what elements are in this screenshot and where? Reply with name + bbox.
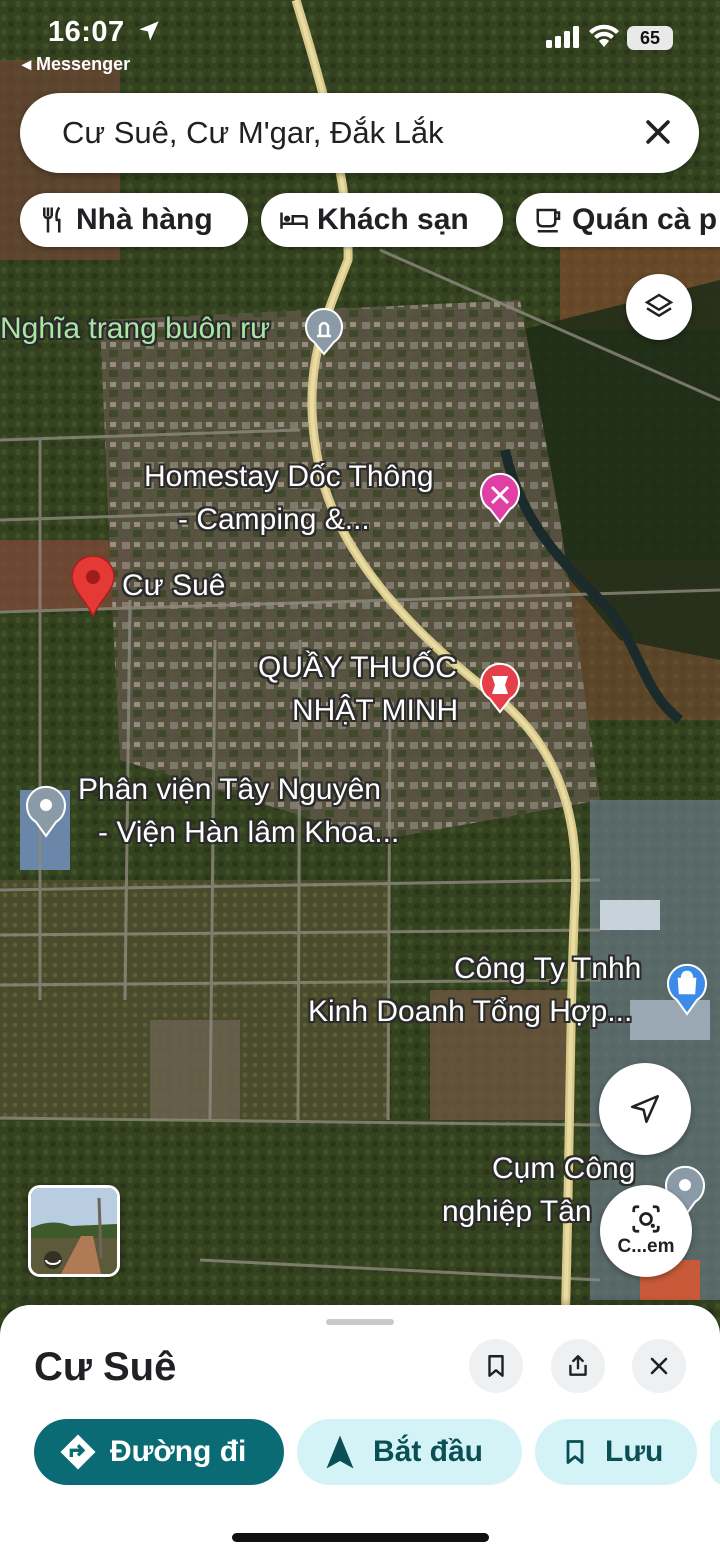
- map-label-industrial-line1[interactable]: Cụm Công: [492, 1148, 635, 1190]
- satellite-map[interactable]: 16:07 ◂ Messenger 65 Cư Suê, Cư M'gar, Đ…: [0, 0, 720, 1330]
- bookmark-icon: [566, 1440, 584, 1464]
- category-chips: Nhà hàng Khách sạn Quán cà p: [20, 193, 720, 247]
- bookmark-icon: [488, 1355, 504, 1377]
- status-bar: 16:07 ◂ Messenger 65: [0, 12, 720, 82]
- map-label-institute-line2[interactable]: - Viện Hàn lâm Khoa...: [98, 812, 399, 854]
- map-label-pharmacy-line1[interactable]: QUẦY THUỐC: [258, 647, 457, 689]
- more-actions-chip[interactable]: [710, 1419, 720, 1485]
- navigation-arrow-icon: [630, 1094, 660, 1124]
- map-label-company-line1[interactable]: Công Ty Tnhh: [454, 948, 641, 990]
- start-button[interactable]: Bắt đầu: [297, 1419, 522, 1485]
- map-label-homestay-line2[interactable]: - Camping &...: [178, 499, 370, 541]
- pharmacy-pin-icon[interactable]: [478, 662, 522, 714]
- layers-icon: [644, 293, 674, 318]
- hotel-bed-icon: [280, 212, 308, 229]
- restaurant-icon: [43, 206, 61, 233]
- save-label: Lưu: [605, 1435, 664, 1468]
- navigation-start-icon: [326, 1435, 354, 1469]
- bookmark-button[interactable]: [469, 1339, 523, 1393]
- battery-indicator: 65: [627, 26, 673, 50]
- sheet-drag-handle[interactable]: [326, 1319, 394, 1325]
- location-arrow-icon: [139, 21, 159, 41]
- back-to-messenger-link[interactable]: ◂ Messenger: [22, 54, 130, 75]
- share-icon: [569, 1355, 587, 1376]
- my-location-button[interactable]: [599, 1063, 691, 1155]
- share-button[interactable]: [551, 1339, 605, 1393]
- map-label-institute-line1[interactable]: Phân viện Tây Nguyên: [78, 769, 381, 811]
- map-label-company-line2[interactable]: Kinh Doanh Tổng Hợp...: [308, 991, 632, 1033]
- shopping-pin-icon[interactable]: [665, 962, 709, 1016]
- map-label-industrial-line2[interactable]: nghiệp Tân: [442, 1191, 592, 1233]
- chip-label: Khách sạn: [317, 203, 469, 236]
- search-bar[interactable]: Cư Suê, Cư M'gar, Đắk Lắk: [20, 93, 699, 173]
- chip-label: Quán cà p: [572, 203, 718, 236]
- lens-search-button[interactable]: C...em: [600, 1185, 692, 1277]
- selected-place-pin-icon[interactable]: [70, 556, 116, 618]
- coffee-cup-icon: [536, 208, 561, 233]
- place-title: Cư Suê: [34, 1345, 177, 1389]
- wifi-icon: [589, 24, 619, 47]
- close-sheet-button[interactable]: [632, 1339, 686, 1393]
- street-view-image: [31, 1188, 117, 1274]
- home-indicator[interactable]: [232, 1533, 489, 1542]
- camera-search-icon: [632, 1205, 660, 1233]
- lens-label: C...em: [617, 1236, 675, 1257]
- status-time: 16:07: [48, 16, 125, 48]
- map-label-selected-place[interactable]: Cư Suê: [122, 565, 225, 607]
- directions-label: Đường đi: [110, 1435, 247, 1468]
- place-bottom-sheet[interactable]: Cư Suê Đường đi Bắt đầu Lưu: [0, 1305, 720, 1557]
- search-query[interactable]: Cư Suê, Cư M'gar, Đắk Lắk: [62, 115, 444, 151]
- camping-pin-icon[interactable]: [478, 472, 522, 524]
- chip-label: Nhà hàng: [76, 203, 213, 236]
- close-icon: [650, 1357, 668, 1375]
- institute-pin-icon[interactable]: [24, 784, 68, 838]
- close-icon[interactable]: [641, 115, 675, 149]
- directions-icon: [60, 1434, 96, 1470]
- map-label-pharmacy-line2[interactable]: NHẬT MINH: [292, 690, 458, 732]
- map-label-cemetery[interactable]: Nghĩa trang buôn rư: [0, 308, 270, 350]
- chip-restaurants[interactable]: Nhà hàng: [20, 193, 248, 247]
- chip-hotels[interactable]: Khách sạn: [261, 193, 503, 247]
- cellular-signal-icon: [546, 26, 579, 48]
- save-button[interactable]: Lưu: [535, 1419, 697, 1485]
- start-label: Bắt đầu: [373, 1435, 484, 1468]
- map-label-homestay-line1[interactable]: Homestay Dốc Thông: [144, 456, 434, 498]
- chip-coffee[interactable]: Quán cà p: [516, 193, 720, 247]
- directions-button[interactable]: Đường đi: [34, 1419, 284, 1485]
- layers-button[interactable]: [626, 274, 692, 340]
- street-view-thumbnail[interactable]: [28, 1185, 120, 1277]
- cemetery-pin-icon[interactable]: [302, 306, 346, 356]
